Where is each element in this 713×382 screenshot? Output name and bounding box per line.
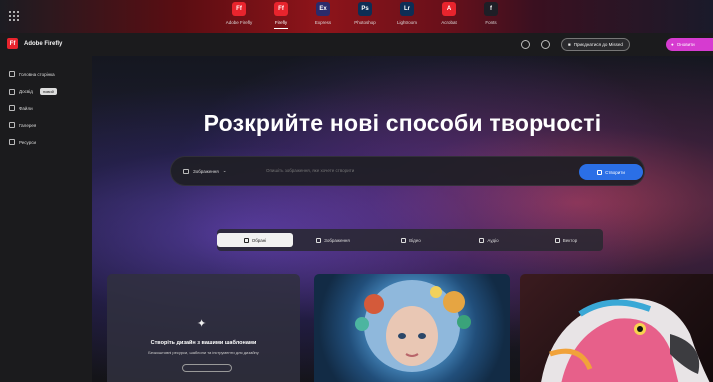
sidebar-item-label: Ресурси <box>19 139 37 145</box>
app-item[interactable]: Ps Photoshop <box>348 2 382 25</box>
app-tile-icon: Ps <box>358 2 372 16</box>
app-tile-icon: Ex <box>316 2 330 16</box>
model-select-label: Зображення <box>193 168 219 174</box>
sidebar-item-label: Головна сторінка <box>19 71 55 77</box>
sidebar-item-home[interactable]: Головна сторінка <box>9 71 55 77</box>
app-item[interactable]: A Acrobat <box>432 2 466 25</box>
promo-button[interactable] <box>182 364 232 372</box>
gallery-icon <box>9 122 15 128</box>
video-icon <box>401 237 407 243</box>
filter-tabs: Обрані Зображення Відео Аудіо Вектор <box>217 229 603 251</box>
hero-title: Розкрийте нові способи творчості <box>203 110 602 136</box>
prompt-bar: Зображення ⌄ Створити <box>170 156 645 186</box>
sidebar-item-label: Файли <box>19 105 33 111</box>
app-list: Ff Adobe Firefly Ff Firefly Ex Express P… <box>222 2 516 29</box>
star-icon <box>243 237 249 243</box>
sidebar-item-files[interactable]: Файли <box>9 105 33 111</box>
sidebar-item-gallery[interactable]: Галерея <box>9 122 36 128</box>
image-icon <box>183 168 189 174</box>
firefly-logo-icon: Ff <box>7 38 18 49</box>
sidebar-item-label: Галерея <box>19 122 37 128</box>
app-label: Express <box>314 20 332 25</box>
gallery-card-parrot[interactable] <box>520 274 713 382</box>
tab-vector[interactable]: Вектор <box>529 233 603 247</box>
app-item[interactable]: Ff Adobe Firefly <box>222 2 256 25</box>
folder-icon <box>9 105 15 111</box>
app-label: Lightroom <box>396 20 417 25</box>
join-button[interactable]: ■ Приєднатися до Missed <box>561 38 630 51</box>
sidebar-item-experience[interactable]: Досвід новий <box>9 88 57 95</box>
portrait-illustration <box>355 280 471 372</box>
audio-icon <box>479 237 485 243</box>
brand[interactable]: Ff Adobe Firefly <box>7 38 62 49</box>
tab-label: Зображення <box>324 237 350 243</box>
tab-images[interactable]: Зображення <box>295 233 371 247</box>
promo-subtitle: Безкоштовні ресурси, шаблони та інструме… <box>148 350 259 355</box>
app-tile-icon: Ff <box>232 2 246 16</box>
image-icon <box>9 88 15 95</box>
promo-card[interactable]: ✦ Створіть дизайн з вашими шаблонами Без… <box>107 274 300 382</box>
app-item[interactable]: f Fonts <box>474 2 508 25</box>
generate-button-label: Створити <box>605 169 625 175</box>
sidebar-item-label: Досвід <box>19 89 33 94</box>
user-icon: ■ <box>568 42 571 47</box>
upgrade-button-label: Оновити <box>676 42 695 47</box>
app-switcher-bar: Ff Adobe Firefly Ff Firefly Ex Express P… <box>0 0 713 33</box>
join-button-label: Приєднатися до Missed <box>573 42 623 47</box>
app-grid-icon[interactable] <box>9 11 19 21</box>
image-icon <box>316 237 322 243</box>
settings-icon[interactable] <box>521 40 530 49</box>
promo-title: Створіть дизайн з вашими шаблонами <box>150 340 257 346</box>
help-icon[interactable] <box>541 40 550 49</box>
chevron-down-icon: ⌄ <box>222 168 227 173</box>
sidebar-item-resources[interactable]: Ресурси <box>9 139 36 145</box>
tab-video[interactable]: Відео <box>373 233 449 247</box>
upgrade-button[interactable]: ● Оновити <box>666 38 713 51</box>
app-tile-icon: A <box>442 2 456 16</box>
header: Ff Adobe Firefly ■ Приєднатися до Missed… <box>0 33 713 56</box>
main-hero: Розкрийте нові способи творчості Зображе… <box>92 56 713 382</box>
home-icon <box>9 71 15 77</box>
app-tile-icon: f <box>484 2 498 16</box>
generate-icon <box>597 169 603 175</box>
app-item[interactable]: Ex Express <box>306 2 340 25</box>
app-label: Photoshop <box>354 20 376 25</box>
app-label: Acrobat <box>441 20 457 25</box>
sidebar: Головна сторінка Досвід новий Файли Гале… <box>0 56 92 382</box>
app-item[interactable]: Ff Firefly <box>264 2 298 29</box>
tab-audio[interactable]: Аудіо <box>451 233 527 247</box>
book-icon <box>9 139 15 145</box>
firefly-page: Ff Adobe Firefly Ff Firefly Ex Express P… <box>0 0 713 382</box>
tab-label: Вектор <box>562 237 578 243</box>
app-item[interactable]: Lr Lightroom <box>390 2 424 25</box>
vector-icon <box>554 237 560 243</box>
app-label: Adobe Firefly <box>225 20 253 25</box>
tab-label: Аудіо <box>487 237 499 243</box>
tab-label: Обрані <box>251 237 267 243</box>
upgrade-icon: ● <box>671 42 674 47</box>
tab-label: Відео <box>409 237 421 243</box>
app-label: Firefly <box>274 20 288 25</box>
app-tile-icon: Lr <box>400 2 414 16</box>
sparkle-icon: ✦ <box>197 318 207 330</box>
new-badge: новий <box>39 88 57 95</box>
brand-name: Adobe Firefly <box>24 40 63 47</box>
app-label: Fonts <box>485 20 497 25</box>
model-select[interactable]: Зображення ⌄ <box>183 168 227 174</box>
gallery-card-portrait[interactable] <box>314 274 510 382</box>
tab-favorites[interactable]: Обрані <box>217 233 293 247</box>
parrot-illustration <box>541 298 710 382</box>
prompt-input[interactable] <box>266 168 566 173</box>
app-tile-icon: Ff <box>274 2 288 16</box>
generate-button[interactable]: Створити <box>579 164 643 180</box>
